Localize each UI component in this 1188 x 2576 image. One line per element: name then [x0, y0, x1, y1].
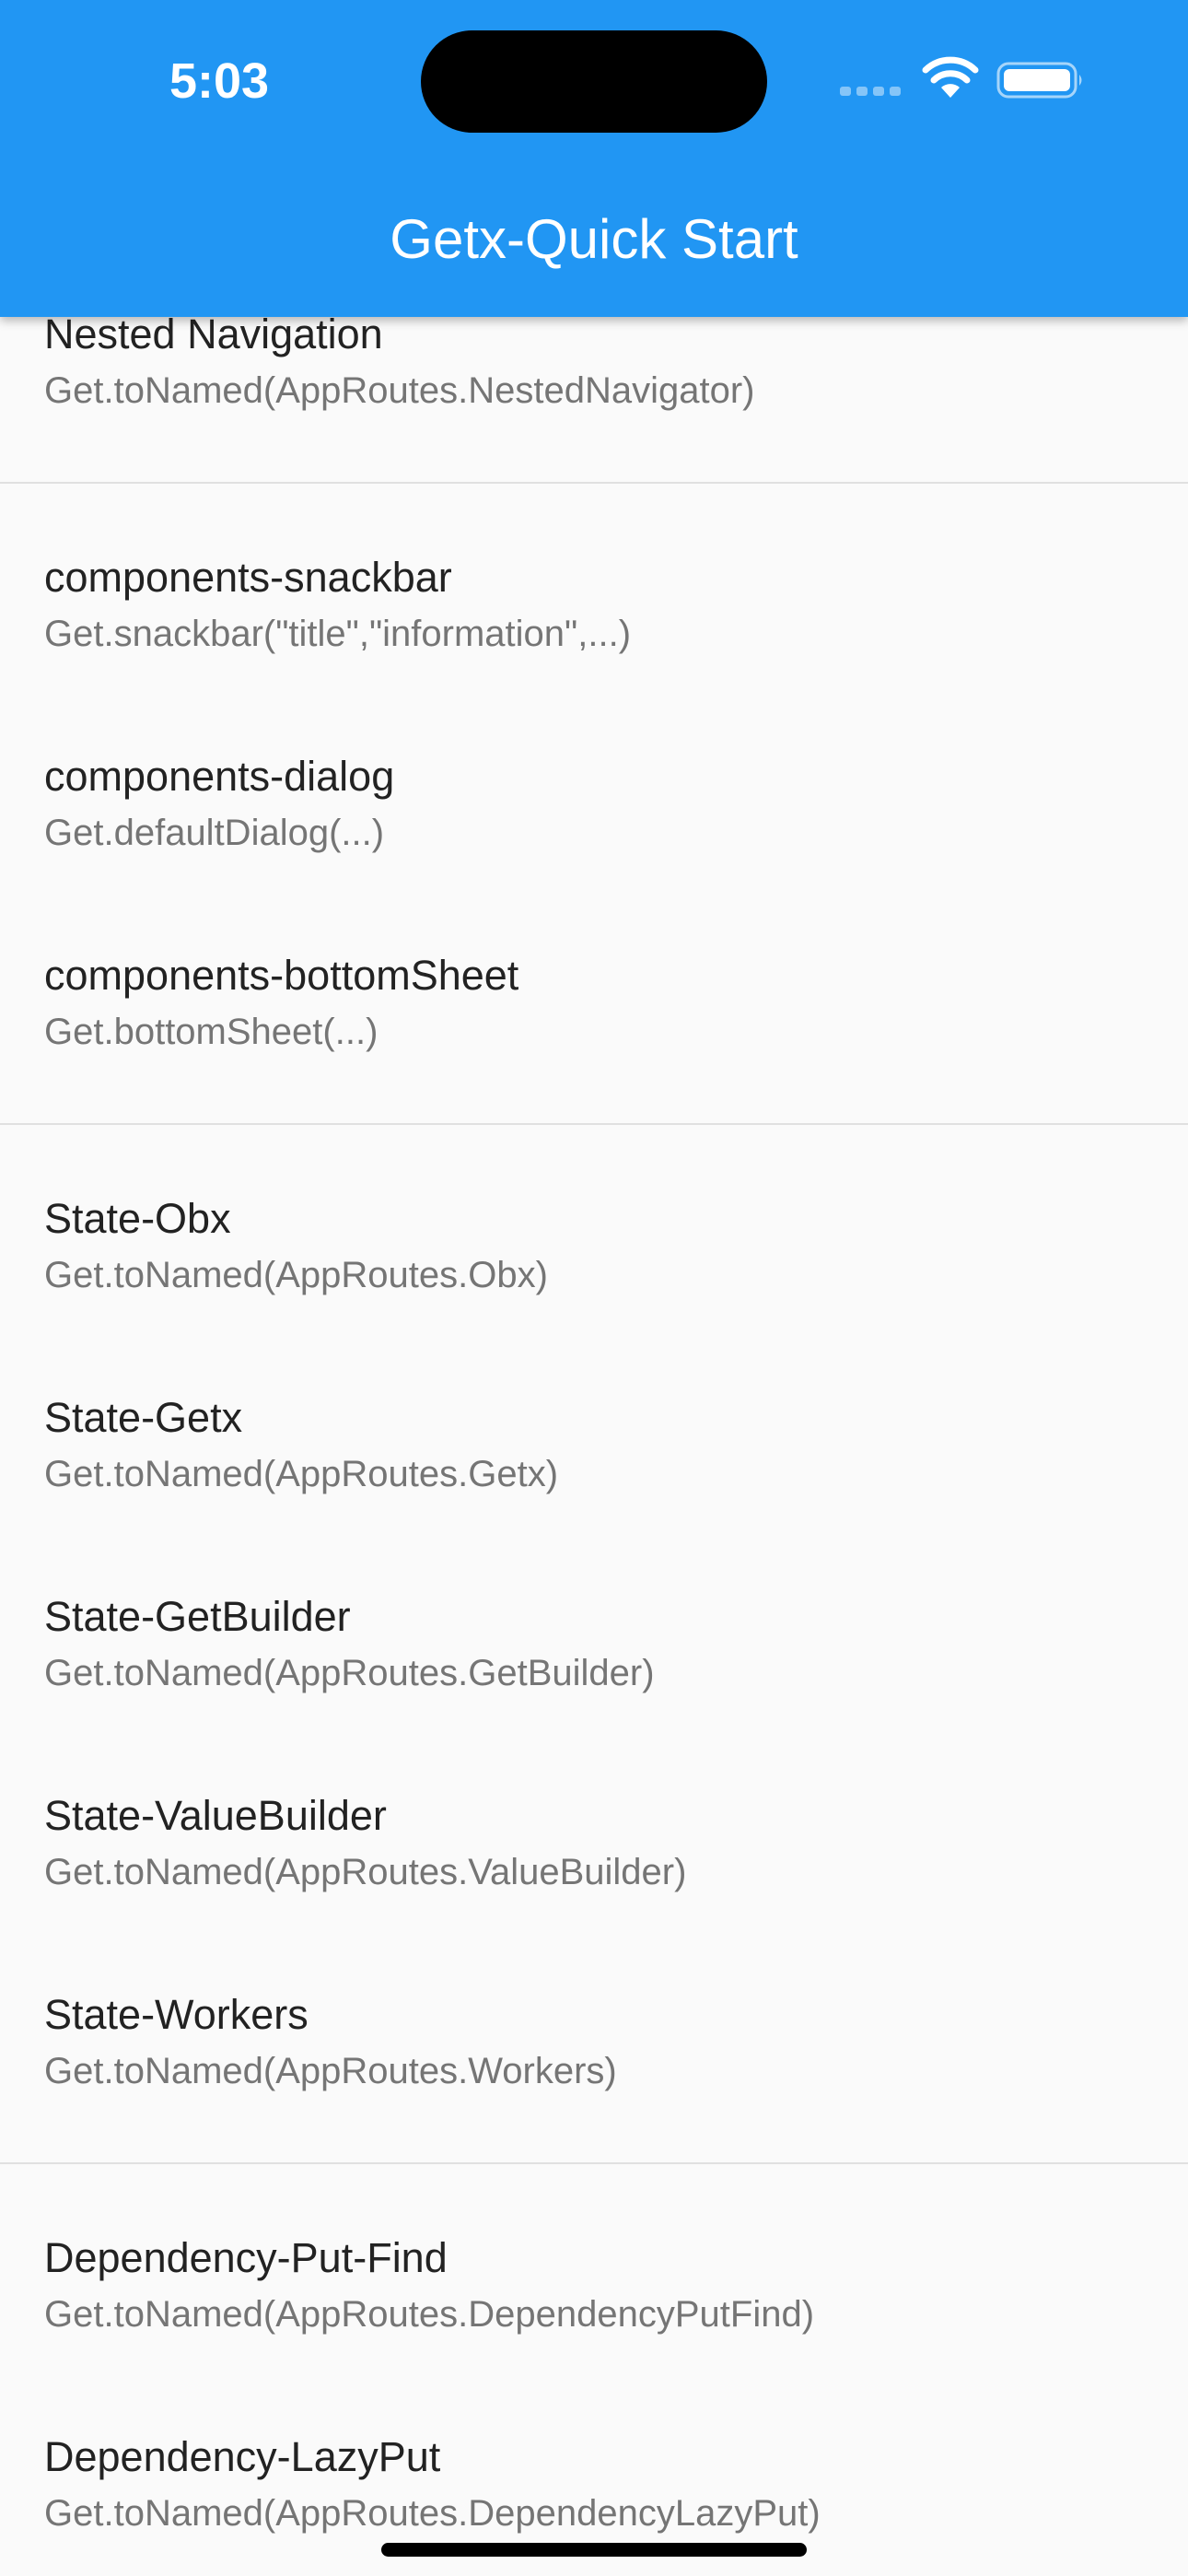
- list-item-state-getbuilder[interactable]: State-GetBuilder Get.toNamed(AppRoutes.G…: [44, 1592, 1149, 1695]
- list-item-subtitle: Get.toNamed(AppRoutes.Getx): [44, 1454, 559, 1494]
- list-item-subtitle: Get.toNamed(AppRoutes.ValueBuilder): [44, 1852, 687, 1892]
- list-item-state-valuebuilder[interactable]: State-ValueBuilder Get.toNamed(AppRoutes…: [44, 1791, 1149, 1894]
- list-item-dependency-lazyput[interactable]: Dependency-LazyPut Get.toNamed(AppRoutes…: [44, 2432, 1149, 2535]
- list-item-subtitle: Get.defaultDialog(...): [44, 813, 385, 853]
- section-divider: [0, 482, 1188, 484]
- cellular-signal-icon: [840, 85, 904, 98]
- list-item-subtitle: Get.toNamed(AppRoutes.Workers): [44, 2051, 617, 2091]
- page-title: Getx-Quick Start: [390, 208, 798, 270]
- status-time: 5:03: [169, 53, 270, 109]
- list-item-title: components-snackbar: [44, 554, 452, 601]
- list-item-title: State-Getx: [44, 1394, 243, 1441]
- list-item-components-dialog[interactable]: components-dialog Get.defaultDialog(...): [44, 752, 1149, 855]
- list-item-title: Dependency-LazyPut: [44, 2433, 441, 2480]
- list-item-subtitle: Get.toNamed(AppRoutes.GetBuilder): [44, 1653, 655, 1693]
- list-item-title: Dependency-Put-Find: [44, 2234, 448, 2281]
- list-item-subtitle: Get.toNamed(AppRoutes.NestedNavigator): [44, 370, 755, 411]
- dynamic-island: [421, 30, 767, 133]
- section-divider: [0, 2162, 1188, 2164]
- list-item-components-bottomsheet[interactable]: components-bottomSheet Get.bottomSheet(.…: [44, 951, 1149, 1054]
- home-indicator[interactable]: [381, 2543, 807, 2557]
- list-item-dependency-put-find[interactable]: Dependency-Put-Find Get.toNamed(AppRoute…: [44, 2233, 1149, 2336]
- list-item-subtitle: Get.snackbar("title","information",...): [44, 614, 632, 654]
- battery-icon: [996, 62, 1082, 99]
- list-item-state-getx[interactable]: State-Getx Get.toNamed(AppRoutes.Getx): [44, 1393, 1149, 1496]
- wifi-icon: [922, 56, 979, 98]
- list-item-title: components-dialog: [44, 753, 395, 800]
- list-item-title: Nested Navigation: [44, 310, 383, 357]
- list-item-subtitle: Get.toNamed(AppRoutes.DependencyPutFind): [44, 2294, 815, 2335]
- list-item-title: State-ValueBuilder: [44, 1792, 387, 1839]
- list-item-title: State-Obx: [44, 1195, 231, 1242]
- section-divider: [0, 1123, 1188, 1125]
- list-item-state-obx[interactable]: State-Obx Get.toNamed(AppRoutes.Obx): [44, 1194, 1149, 1297]
- list-item-nested-navigation[interactable]: Nested Navigation Get.toNamed(AppRoutes.…: [44, 310, 1149, 413]
- list-item-subtitle: Get.toNamed(AppRoutes.Obx): [44, 1255, 548, 1295]
- app-bar: 5:03 Getx-Quick Start: [0, 0, 1188, 317]
- list-item-subtitle: Get.toNamed(AppRoutes.DependencyLazyPut): [44, 2493, 821, 2534]
- list-item-subtitle: Get.bottomSheet(...): [44, 1012, 379, 1052]
- list-item-components-snackbar[interactable]: components-snackbar Get.snackbar("title"…: [44, 553, 1149, 656]
- route-list[interactable]: Nested Navigation Get.toNamed(AppRoutes.…: [0, 0, 1188, 2576]
- list-item-title: State-Workers: [44, 1991, 309, 2038]
- list-item-title: State-GetBuilder: [44, 1593, 351, 1640]
- list-item-title: components-bottomSheet: [44, 952, 519, 999]
- list-item-state-workers[interactable]: State-Workers Get.toNamed(AppRoutes.Work…: [44, 1990, 1149, 2093]
